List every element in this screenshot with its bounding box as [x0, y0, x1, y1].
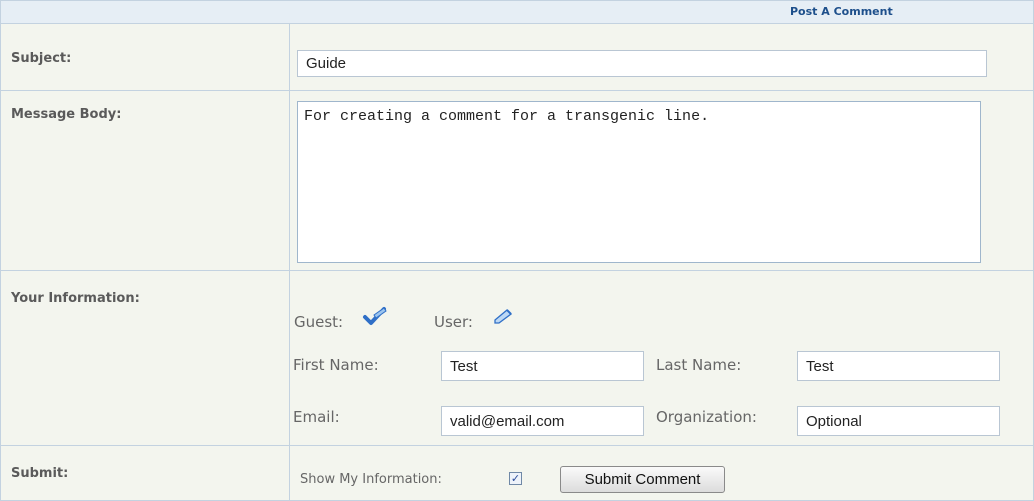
organization-label: Organization:: [656, 408, 757, 426]
subject-input[interactable]: Guide: [297, 50, 987, 77]
pencil-icon[interactable]: [493, 308, 513, 328]
form-title: Post A Comment: [790, 5, 893, 18]
message-row: Message Body: For creating a comment for…: [1, 91, 1033, 271]
last-name-input[interactable]: Test: [797, 351, 1000, 381]
first-name-label: First Name:: [293, 356, 379, 374]
message-textarea[interactable]: For creating a comment for a transgenic …: [297, 101, 981, 263]
show-information-checkbox[interactable]: ✓: [509, 472, 522, 485]
message-label: Message Body:: [11, 107, 122, 122]
submit-row: Submit: Show My Information: ✓ Submit Co…: [1, 446, 1033, 500]
last-name-label: Last Name:: [656, 356, 742, 374]
guest-label: Guest:: [294, 313, 344, 331]
first-name-input[interactable]: Test: [441, 351, 644, 381]
subject-label: Subject:: [11, 51, 72, 66]
information-row: Your Information: Guest: User: First Nam…: [1, 271, 1033, 446]
show-information-label: Show My Information:: [300, 472, 442, 487]
post-comment-form: Post A Comment Subject: Guide Message Bo…: [0, 0, 1034, 501]
submit-comment-button[interactable]: Submit Comment: [560, 466, 725, 493]
form-header: Post A Comment: [1, 1, 1033, 24]
email-input[interactable]: valid@email.com: [441, 406, 644, 436]
subject-row: Subject: Guide: [1, 24, 1033, 91]
organization-input[interactable]: Optional: [797, 406, 1000, 436]
checkmark-pen-icon[interactable]: [362, 306, 388, 330]
submit-label: Submit:: [11, 466, 69, 481]
email-label: Email:: [293, 408, 340, 426]
information-label: Your Information:: [11, 291, 140, 306]
user-label: User:: [434, 313, 473, 331]
